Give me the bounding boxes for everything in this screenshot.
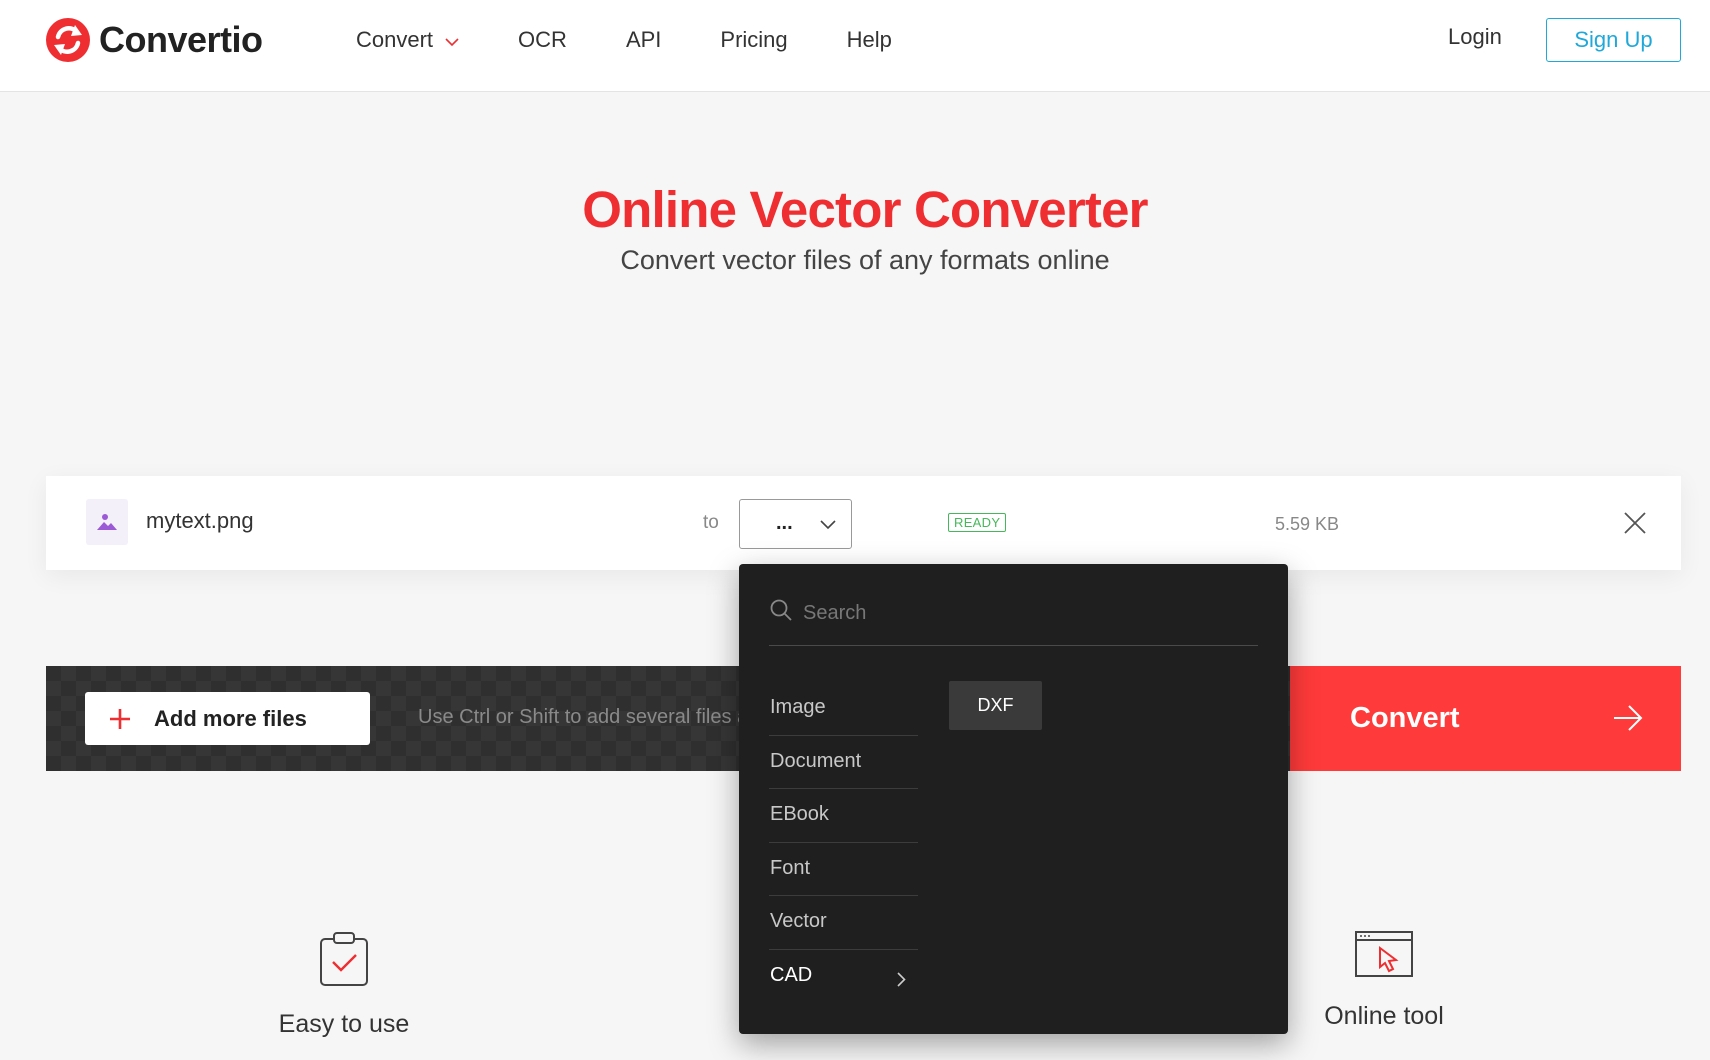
category-label: Image: [770, 696, 826, 718]
nav-ocr-label: OCR: [518, 27, 567, 52]
category-cad[interactable]: CAD: [769, 950, 918, 1004]
top-header: Convertio Convert OCR API Pricing Help L…: [0, 0, 1710, 92]
plus-icon: [109, 708, 131, 735]
nav-pricing[interactable]: Pricing: [720, 27, 787, 53]
page-title: Online Vector Converter: [582, 181, 1148, 238]
nav-convert-label: Convert: [356, 27, 434, 52]
category-font[interactable]: Font: [769, 843, 918, 896]
chevron-down-icon: [445, 27, 459, 53]
multi-select-hint: Use Ctrl or Shift to add several files a…: [418, 706, 748, 728]
to-label: to: [703, 512, 719, 533]
add-more-files-button[interactable]: Add more files: [85, 692, 370, 745]
signup-button[interactable]: Sign Up: [1546, 18, 1681, 62]
chevron-down-icon: [820, 517, 836, 535]
login-link[interactable]: Login: [1448, 24, 1502, 50]
category-label: Font: [770, 856, 811, 879]
nav-api-label: API: [625, 27, 662, 52]
clipboard-check-icon: [320, 932, 368, 986]
format-select-value: ...: [776, 512, 793, 534]
nav-pricing-label: Pricing: [720, 27, 788, 52]
nav-ocr[interactable]: OCR: [518, 27, 567, 53]
arrow-right-icon: [1612, 702, 1644, 739]
feature-label: Easy to use: [278, 1010, 410, 1038]
page-subtitle: Convert vector files of any formats onli…: [620, 245, 1110, 275]
category-document[interactable]: Document: [769, 736, 918, 789]
category-ebook[interactable]: EBook: [769, 789, 918, 843]
main-nav: Convert OCR API Pricing Help: [356, 0, 951, 80]
nav-help[interactable]: Help: [847, 27, 892, 53]
remove-file-button[interactable]: [1622, 510, 1648, 536]
category-label: CAD: [770, 963, 813, 986]
format-search: [769, 594, 1258, 646]
brand-name: Convertio: [99, 19, 263, 60]
nav-convert[interactable]: Convert: [356, 27, 459, 53]
image-file-icon: [86, 499, 128, 545]
status-badge: READY: [948, 513, 1007, 532]
nav-help-label: Help: [846, 27, 892, 52]
category-label: Vector: [770, 910, 827, 932]
file-size: 5.59 KB: [1275, 514, 1340, 534]
category-label: EBook: [770, 803, 829, 825]
category-label: Document: [770, 749, 862, 772]
format-option-dxf[interactable]: DXF: [949, 681, 1042, 730]
format-select[interactable]: ...: [739, 499, 852, 549]
category-vector[interactable]: Vector: [769, 896, 918, 950]
add-more-files-label: Add more files: [154, 706, 307, 731]
chevron-right-icon: [897, 970, 906, 993]
convert-button[interactable]: Convert: [1290, 666, 1681, 771]
format-search-input[interactable]: [803, 596, 1243, 630]
category-image[interactable]: Image: [769, 682, 918, 736]
close-icon: [1624, 512, 1646, 534]
search-icon: [769, 598, 793, 627]
browser-cursor-icon: [1355, 931, 1413, 977]
nav-api[interactable]: API: [626, 27, 661, 53]
feature-easy-to-use: Easy to use: [194, 930, 494, 1039]
convertio-logo-icon: [46, 18, 90, 62]
convert-label: Convert: [1350, 702, 1460, 734]
format-categories: Image Document EBook Font Vector CAD: [769, 682, 918, 1003]
format-dropdown: Image Document EBook Font Vector CAD DXF: [739, 564, 1288, 1034]
convertio-logo[interactable]: Convertio: [45, 16, 263, 64]
file-name: mytext.png: [146, 508, 254, 533]
file-row: mytext.png to ... READY 5.59 KB: [46, 476, 1681, 570]
